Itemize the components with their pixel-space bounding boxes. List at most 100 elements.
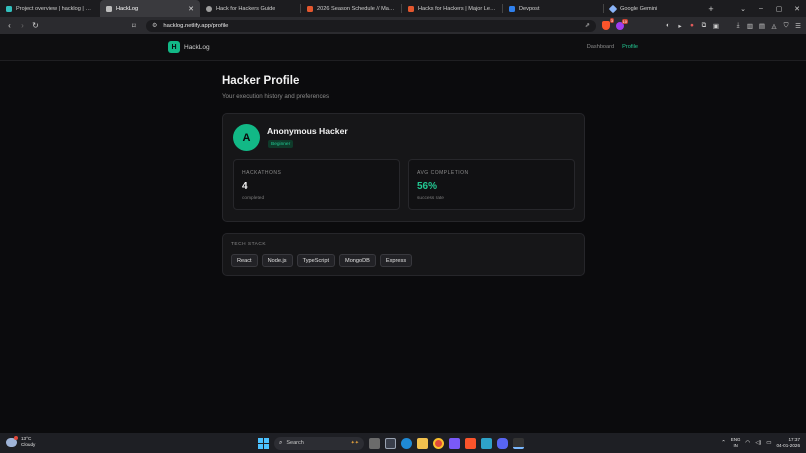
stat-caption: success rate — [417, 196, 444, 201]
address-bar[interactable]: ⚙ hacklog.netlify.app/profile ⇗ — [146, 19, 596, 32]
share-icon[interactable]: ⇗ — [585, 22, 590, 29]
wifi-icon[interactable]: ◠ — [745, 440, 750, 446]
page-favicon-icon — [106, 5, 112, 12]
stat-label: HACKATHONS — [242, 170, 282, 176]
battery-icon[interactable]: ▭ — [766, 440, 771, 446]
weather-alert-dot — [14, 435, 18, 440]
profile-card: A Anonymous Hacker Beginner HACKATHONS 4… — [222, 113, 585, 222]
vpn-shield-icon[interactable]: ⛉ — [782, 22, 790, 30]
language-indicator[interactable]: ENG IN — [731, 437, 741, 449]
brave-rewards-icon[interactable]: 10 — [616, 18, 628, 30]
close-window-icon[interactable]: ✕ — [788, 5, 806, 13]
user-name: Anonymous Hacker — [267, 126, 348, 136]
back-arrow-icon[interactable]: ‹ — [3, 21, 16, 30]
mlh-favicon-icon — [307, 5, 313, 12]
forward-arrow-icon[interactable]: › — [16, 21, 29, 30]
clock[interactable]: 17:37 04-01-2026 — [777, 437, 801, 449]
rewards-count-badge: 10 — [621, 18, 628, 24]
bookmark-icon[interactable]: ⌑ — [132, 22, 142, 30]
terminal-app-icon[interactable] — [385, 437, 396, 449]
edge-app-icon[interactable] — [401, 437, 412, 449]
page-subtitle: Your execution history and preferences — [222, 93, 330, 100]
wallet-icon[interactable]: ▤ — [758, 22, 766, 30]
maximize-icon[interactable]: ▢ — [770, 5, 788, 13]
level-badge: Beginner — [268, 140, 294, 148]
search-icon: ⌕ — [279, 439, 283, 446]
tab-search-icon[interactable]: ⌄ — [734, 5, 752, 13]
screenshot-icon[interactable]: ▣ — [712, 22, 720, 30]
brave-app-icon[interactable] — [465, 437, 476, 449]
shield-count-badge: 3 — [609, 18, 614, 23]
tech-chip-typescript: TypeScript — [296, 254, 336, 267]
cloud-icon — [6, 435, 18, 447]
tech-stack-chips: React Node.js TypeScript MongoDB Express — [231, 254, 413, 267]
globe-favicon-icon — [206, 5, 212, 12]
new-tab-button[interactable]: + — [704, 4, 718, 14]
sidebar-icon[interactable]: ▥ — [746, 22, 754, 30]
menu-icon[interactable]: ☰ — [794, 22, 802, 30]
tab-hacklog[interactable]: HackLog ✕ — [100, 0, 200, 17]
search-placeholder: Search — [286, 440, 304, 446]
avatar: A — [233, 124, 260, 151]
window-controls: ⌄ – ▢ ✕ — [734, 0, 806, 17]
taskbar-center: ⌕ Search ✦✦ — [258, 435, 524, 451]
app-nav: Dashboard Profile — [587, 44, 638, 50]
browser-toolbar: ‹ › ↻ ⌑ ⚙ hacklog.netlify.app/profile ⇗ … — [0, 17, 806, 34]
file-explorer-icon[interactable] — [417, 437, 428, 449]
tab-title: Google Gemini — [620, 5, 658, 12]
discord-app-icon[interactable] — [497, 437, 508, 449]
tab-devpost[interactable]: Devpost — [503, 0, 603, 17]
extensions-puzzle-icon[interactable]: ⧉ — [700, 22, 708, 30]
system-tray: ⌃ ENG IN ◠ ◁) ▭ 17:37 04-01-2026 — [721, 435, 800, 451]
download-icon[interactable]: ⤓ — [734, 22, 742, 30]
app-icon-teal[interactable] — [481, 437, 492, 449]
tab-netlify[interactable]: Project overview | hacklog | Netlify — [0, 0, 100, 17]
page-title: Hacker Profile — [222, 75, 300, 87]
tab-title: Hacks for Hackers | Major League Ha — [418, 5, 496, 12]
brave-shield-icon[interactable]: 3 — [602, 18, 614, 30]
language-region: IN — [733, 443, 738, 448]
url-text: hacklog.netlify.app/profile — [163, 22, 229, 29]
tray-overflow-icon[interactable]: ⌃ — [721, 440, 726, 446]
reload-icon[interactable]: ↻ — [29, 21, 42, 30]
tab-hack-for-hackers-guide[interactable]: Hack for Hackers Guide — [200, 0, 300, 17]
nav-dashboard[interactable]: Dashboard — [587, 44, 614, 50]
site-info-icon[interactable]: ⚙ — [152, 22, 157, 29]
task-view-icon[interactable] — [369, 437, 380, 449]
web-page: H HackLog Dashboard Profile Hacker Profi… — [0, 34, 806, 433]
stat-caption: completed — [242, 196, 265, 201]
mlh-favicon-icon — [408, 5, 414, 12]
taskbar-search[interactable]: ⌕ Search ✦✦ — [274, 436, 364, 450]
minimize-icon[interactable]: – — [752, 5, 770, 12]
extension-red-icon[interactable]: ● — [688, 22, 696, 29]
bat-icon[interactable]: ◬ — [770, 22, 778, 30]
tab-title: Hack for Hackers Guide — [216, 5, 276, 12]
nav-profile[interactable]: Profile — [622, 44, 638, 50]
leo-ai-icon[interactable]: ◐ — [664, 22, 672, 29]
stat-value: 4 — [242, 181, 248, 192]
chrome-app-icon[interactable] — [433, 437, 444, 449]
brand-name[interactable]: HackLog — [184, 44, 210, 51]
tab-close-icon[interactable]: ✕ — [184, 5, 194, 13]
tech-chip-nodejs: Node.js — [261, 254, 293, 267]
tech-stack-label: TECH STACK — [231, 242, 267, 247]
antigravity-app-icon[interactable] — [513, 437, 524, 449]
tab-gemini[interactable]: Google Gemini — [604, 0, 704, 17]
tab-mlh-schedule[interactable]: 2026 Season Schedule // Major Leag — [301, 0, 401, 17]
stat-card-hackathons: HACKATHONS 4 completed — [233, 159, 400, 210]
search-highlight-icon: ✦✦ — [350, 440, 359, 446]
stat-card-avg-completion: AVG COMPLETION 56% success rate — [408, 159, 575, 210]
hacklog-logo-icon[interactable]: H — [168, 41, 180, 53]
tab-title: Project overview | hacklog | Netlify — [16, 5, 94, 12]
tech-chip-mongodb: MongoDB — [339, 254, 376, 267]
weather-desc: Cloudy — [21, 442, 36, 447]
weather-widget[interactable]: 13°C Cloudy — [6, 435, 36, 448]
media-play-icon[interactable]: ▸ — [676, 22, 684, 30]
windows-start-icon[interactable] — [258, 437, 269, 449]
app-icon-purple[interactable] — [449, 437, 460, 449]
browser-tab-strip: Project overview | hacklog | Netlify Hac… — [0, 0, 806, 17]
tab-title: 2026 Season Schedule // Major Leag — [317, 5, 395, 12]
volume-icon[interactable]: ◁) — [755, 440, 761, 446]
tech-chip-express: Express — [379, 254, 413, 267]
tab-mlh-hacks[interactable]: Hacks for Hackers | Major League Ha — [402, 0, 502, 17]
